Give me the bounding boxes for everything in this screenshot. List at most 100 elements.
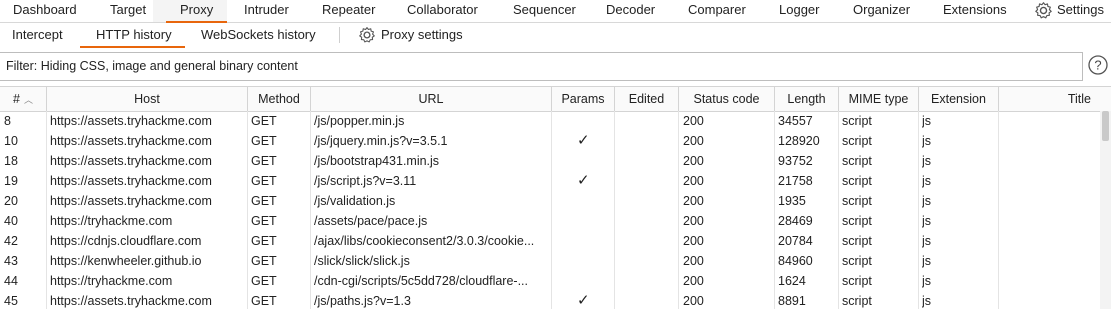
cell-extension: js — [922, 114, 932, 128]
cell-number: 19 — [4, 174, 18, 188]
tab-intruder[interactable]: Intruder — [244, 0, 289, 22]
cell-params: ✓ — [577, 292, 590, 309]
table-row[interactable]: 42 https://cdnjs.cloudflare.com GET /aja… — [0, 231, 1100, 251]
cell-extension: js — [922, 174, 932, 188]
cell-method: GET — [251, 294, 277, 308]
table-row[interactable]: 45 https://assets.tryhackme.com GET /js/… — [0, 291, 1100, 311]
tab-collaborator[interactable]: Collaborator — [407, 0, 478, 22]
proxy-settings-gear-icon[interactable] — [358, 26, 376, 47]
column-header-status-code[interactable]: Status code — [679, 87, 775, 111]
cell-url: /js/paths.js?v=1.3 — [314, 294, 411, 308]
column-header-number[interactable]: # ︿ — [0, 87, 47, 111]
cell-status-code: 200 — [683, 174, 704, 188]
table-row[interactable]: 43 https://kenwheeler.github.io GET /sli… — [0, 251, 1100, 271]
tab-settings[interactable]: Settings — [1057, 0, 1104, 22]
cell-url: /js/popper.min.js — [314, 114, 405, 128]
table-row[interactable]: 10 https://assets.tryhackme.com GET /js/… — [0, 131, 1100, 151]
cell-number: 8 — [4, 114, 11, 128]
cell-extension: js — [922, 274, 932, 288]
tab-sequencer[interactable]: Sequencer — [513, 0, 576, 22]
tab-dashboard[interactable]: Dashboard — [13, 0, 77, 22]
cell-number: 44 — [4, 274, 18, 288]
subtab-http-history[interactable]: HTTP history — [80, 23, 185, 48]
tab-decoder[interactable]: Decoder — [606, 0, 655, 22]
cell-status-code: 200 — [683, 234, 704, 248]
cell-host: https://assets.tryhackme.com — [50, 134, 212, 148]
cell-number: 45 — [4, 294, 18, 308]
cell-method: GET — [251, 254, 277, 268]
cell-extension: js — [922, 194, 932, 208]
cell-status-code: 200 — [683, 194, 704, 208]
cell-extension: js — [922, 134, 932, 148]
cell-mime-type: script — [842, 294, 872, 308]
column-header-extension[interactable]: Extension — [919, 87, 999, 111]
cell-host: https://cdnjs.cloudflare.com — [50, 234, 202, 248]
cell-mime-type: script — [842, 174, 872, 188]
filter-text: Filter: Hiding CSS, image and general bi… — [6, 59, 298, 73]
cell-status-code: 200 — [683, 154, 704, 168]
cell-params: ✓ — [577, 172, 590, 189]
cell-status-code: 200 — [683, 214, 704, 228]
cell-length: 34557 — [778, 114, 813, 128]
cell-status-code: 200 — [683, 274, 704, 288]
cell-host: https://assets.tryhackme.com — [50, 114, 212, 128]
cell-mime-type: script — [842, 154, 872, 168]
proxy-settings-button[interactable]: Proxy settings — [381, 23, 463, 47]
filter-bar[interactable]: Filter: Hiding CSS, image and general bi… — [0, 52, 1083, 81]
cell-method: GET — [251, 214, 277, 228]
main-tab-bar: Dashboard Target Proxy Intruder Repeater… — [0, 0, 1111, 23]
tab-organizer[interactable]: Organizer — [853, 0, 910, 22]
cell-extension: js — [922, 254, 932, 268]
cell-url: /ajax/libs/cookieconsent2/3.0.3/cookie..… — [314, 234, 535, 248]
tab-target[interactable]: Target — [110, 0, 146, 22]
cell-mime-type: script — [842, 254, 872, 268]
cell-status-code: 200 — [683, 294, 704, 308]
table-row[interactable]: 18 https://assets.tryhackme.com GET /js/… — [0, 151, 1100, 171]
cell-host: https://tryhackme.com — [50, 214, 173, 228]
cell-method: GET — [251, 154, 277, 168]
table-row[interactable]: 20 https://assets.tryhackme.com GET /js/… — [0, 191, 1100, 211]
tab-extensions[interactable]: Extensions — [943, 0, 1007, 22]
cell-method: GET — [251, 234, 277, 248]
cell-length: 93752 — [778, 154, 813, 168]
cell-mime-type: script — [842, 214, 872, 228]
cell-url: /js/bootstrap431.min.js — [314, 154, 440, 168]
cell-mime-type: script — [842, 134, 872, 148]
cell-url: /assets/pace/pace.js — [314, 214, 428, 228]
cell-status-code: 200 — [683, 134, 704, 148]
tab-comparer[interactable]: Comparer — [688, 0, 746, 22]
column-header-title[interactable]: Title — [999, 87, 1111, 111]
cell-length: 21758 — [778, 174, 813, 188]
column-header-url[interactable]: URL — [311, 87, 552, 111]
cell-url: /js/validation.js — [314, 194, 396, 208]
subtab-websockets-history[interactable]: WebSockets history — [201, 23, 316, 47]
table-row[interactable]: 44 https://tryhackme.com GET /cdn-cgi/sc… — [0, 271, 1100, 291]
cell-mime-type: script — [842, 234, 872, 248]
cell-host: https://tryhackme.com — [50, 274, 173, 288]
table-header: # ︿ Host Method URL Params Edited Status … — [0, 86, 1111, 112]
column-header-method[interactable]: Method — [248, 87, 311, 111]
tab-repeater[interactable]: Repeater — [322, 0, 375, 22]
column-header-mime-type[interactable]: MIME type — [839, 87, 919, 111]
column-header-length[interactable]: Length — [775, 87, 839, 111]
cell-mime-type: script — [842, 114, 872, 128]
subnav-divider — [339, 27, 340, 43]
table-row[interactable]: 40 https://tryhackme.com GET /assets/pac… — [0, 211, 1100, 231]
cell-extension: js — [922, 214, 932, 228]
gear-icon[interactable] — [1034, 1, 1053, 23]
subtab-intercept[interactable]: Intercept — [12, 23, 63, 47]
tab-logger[interactable]: Logger — [779, 0, 819, 22]
table-row[interactable]: 8 https://assets.tryhackme.com GET /js/p… — [0, 111, 1100, 131]
help-icon[interactable]: ? — [1088, 55, 1108, 75]
svg-text:?: ? — [1094, 58, 1101, 73]
column-header-host[interactable]: Host — [47, 87, 248, 111]
cell-method: GET — [251, 134, 277, 148]
column-header-edited[interactable]: Edited — [615, 87, 679, 111]
cell-extension: js — [922, 154, 932, 168]
scrollbar-thumb[interactable] — [1102, 111, 1109, 141]
column-header-params[interactable]: Params — [552, 87, 615, 111]
cell-host: https://assets.tryhackme.com — [50, 174, 212, 188]
table-row[interactable]: 19 https://assets.tryhackme.com GET /js/… — [0, 171, 1100, 191]
cell-mime-type: script — [842, 194, 872, 208]
tab-proxy[interactable]: Proxy — [165, 0, 228, 23]
